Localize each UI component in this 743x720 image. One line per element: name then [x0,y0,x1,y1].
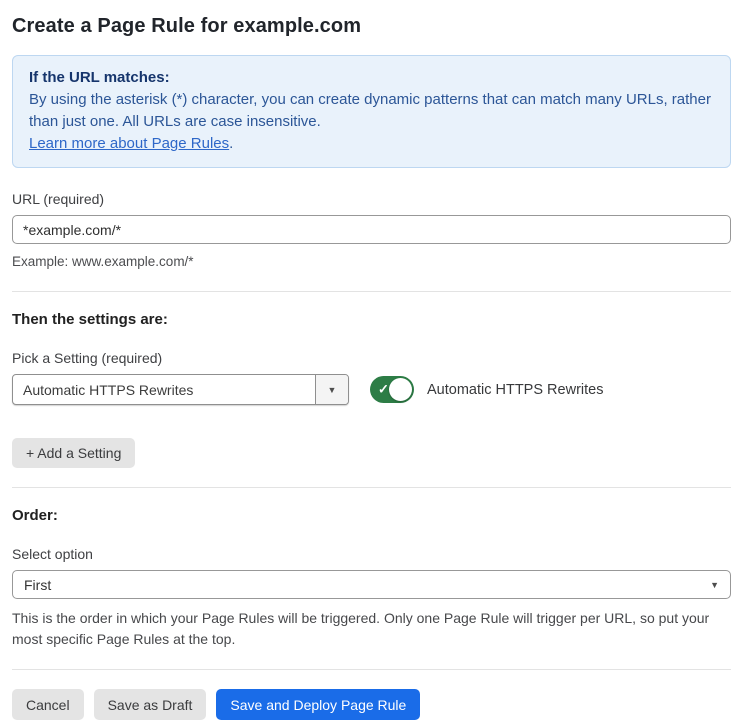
order-help-text: This is the order in which your Page Rul… [12,610,710,647]
settings-section: Then the settings are: Pick a Setting (r… [12,311,731,468]
footer-actions: Cancel Save as Draft Save and Deploy Pag… [12,689,731,720]
url-matches-info-box: If the URL matches: By using the asteris… [12,55,731,168]
setting-picker-row: Automatic HTTPS Rewrites ▼ ✓ Automatic H… [12,374,731,405]
toggle-knob [389,378,412,401]
info-box-link-line: Learn more about Page Rules. [29,133,714,155]
cancel-button[interactable]: Cancel [12,689,84,720]
setting-toggle-cell: ✓ Automatic HTTPS Rewrites [370,374,603,405]
chevron-down-icon: ▼ [710,579,719,590]
pick-setting-label: Pick a Setting (required) [12,350,163,366]
url-example-text: Example: www.example.com/* [12,254,194,269]
info-box-heading: If the URL matches: [29,69,170,86]
order-select-value: First [24,576,52,593]
divider [12,669,731,670]
https-rewrites-toggle[interactable]: ✓ [370,376,414,403]
settings-heading: Then the settings are: [12,311,168,328]
divider [12,291,731,292]
url-field-label: URL (required) [12,191,105,207]
toggle-label: Automatic HTTPS Rewrites [427,381,604,398]
url-input[interactable] [12,215,731,244]
page-title: Create a Page Rule for example.com [12,15,362,37]
order-heading: Order: [12,507,58,524]
info-box-body: By using the asterisk (*) character, you… [29,91,711,130]
save-as-draft-button[interactable]: Save as Draft [93,689,207,720]
learn-more-link[interactable]: Learn more about Page Rules [29,135,229,152]
url-field-group: URL (required) Example: www.example.com/… [12,191,731,272]
link-period: . [229,135,234,152]
chevron-down-icon[interactable]: ▼ [315,375,348,404]
save-and-deploy-button[interactable]: Save and Deploy Page Rule [216,689,421,720]
add-setting-button[interactable]: + Add a Setting [12,438,136,468]
check-icon: ✓ [378,381,389,397]
divider [12,487,731,488]
select-option-label: Select option [12,546,93,562]
setting-dropdown-value: Automatic HTTPS Rewrites [23,381,194,398]
order-select[interactable]: First ▼ [12,570,731,599]
setting-dropdown[interactable]: Automatic HTTPS Rewrites ▼ [12,374,349,405]
order-section: Order: Select option First ▼ This is the… [12,507,731,650]
